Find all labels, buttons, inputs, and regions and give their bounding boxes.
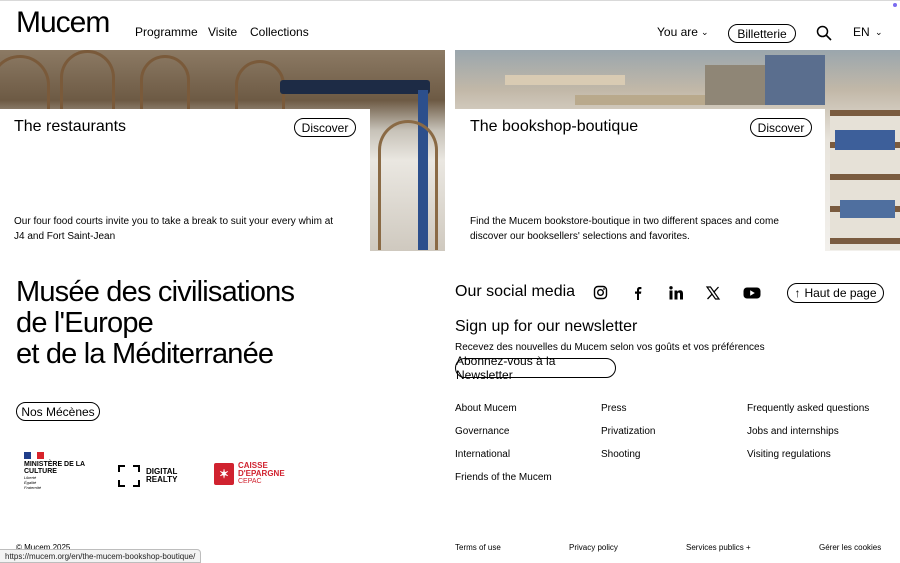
arrow-up-icon: ↑ [794, 286, 801, 300]
chevron-down-icon: ⌄ [875, 27, 883, 37]
facebook-icon[interactable] [630, 285, 646, 301]
caisse-epargne-logo[interactable]: ✶ CAISSE D'EPARGNE CEPAC [214, 462, 290, 486]
mucem-logo[interactable]: Mucem [16, 6, 110, 40]
patrons-button[interactable]: Nos Mécènes [16, 402, 100, 421]
back-to-top-button[interactable]: ↑ Haut de page [787, 283, 884, 303]
restaurant-title: The restaurants [14, 118, 127, 135]
x-icon[interactable] [705, 285, 721, 301]
newsletter-description: Recevez des nouvelles du Mucem selon vos… [455, 342, 765, 353]
linkedin-icon[interactable] [668, 285, 684, 301]
tickets-button[interactable]: Billetterie [728, 24, 796, 43]
status-bar-url: https://mucem.org/en/the-mucem-bookshop-… [0, 549, 202, 563]
link-privatization[interactable]: Privatization [601, 426, 655, 437]
link-privacy-policy[interactable]: Privacy policy [569, 543, 618, 552]
nav-programme[interactable]: Programme [135, 25, 198, 39]
link-press[interactable]: Press [601, 403, 627, 414]
museum-full-name: Musée des civilisations de l'Europe et d… [16, 276, 295, 370]
bookshop-title: The bookshop-boutique [470, 118, 639, 135]
restaurant-discover-button[interactable]: Discover [294, 118, 356, 137]
youtube-icon[interactable] [743, 285, 761, 301]
link-shooting[interactable]: Shooting [601, 449, 640, 460]
restaurant-description: Our four food courts invite you to take … [14, 216, 334, 242]
link-terms-of-use[interactable]: Terms of use [455, 543, 501, 552]
newsletter-title: Sign up for our newsletter [455, 318, 638, 335]
nav-visite[interactable]: Visite [208, 25, 237, 39]
french-flag-icon [24, 452, 45, 459]
link-manage-cookies[interactable]: Gérer les cookies [819, 543, 881, 552]
link-services-publics[interactable]: Services publics + [686, 543, 751, 552]
newsletter-subscribe-button[interactable]: Abonnez-vous à la Newsletter [455, 354, 616, 382]
social-media-title: Our social media [455, 283, 576, 300]
window-top-border [0, 0, 900, 1]
link-governance[interactable]: Governance [455, 426, 509, 437]
link-international[interactable]: International [455, 449, 510, 460]
link-about-mucem[interactable]: About Mucem [455, 403, 517, 414]
link-jobs[interactable]: Jobs and internships [747, 426, 839, 437]
instagram-icon[interactable] [593, 285, 609, 301]
notification-dot [893, 3, 897, 7]
bookshop-discover-button[interactable]: Discover [750, 118, 812, 137]
language-selector[interactable]: EN [853, 25, 870, 39]
squirrel-icon: ✶ [214, 463, 234, 485]
nav-collections[interactable]: Collections [250, 25, 309, 39]
link-visiting-regulations[interactable]: Visiting regulations [747, 449, 831, 460]
digital-realty-mark-icon [118, 465, 140, 487]
ministere-culture-logo[interactable]: MINISTÈRE DE LA CULTURE Liberté Égalité … [24, 452, 94, 490]
search-icon[interactable] [816, 25, 832, 41]
digital-realty-logo[interactable]: DIGITAL REALTY [118, 465, 182, 487]
link-friends[interactable]: Friends of the Mucem [455, 472, 552, 483]
you-are-dropdown[interactable]: You are [657, 25, 698, 39]
chevron-down-icon: ⌄ [701, 27, 709, 37]
bookshop-description: Find the Mucem bookstore-boutique in two… [470, 216, 779, 242]
link-faq[interactable]: Frequently asked questions [747, 403, 869, 414]
